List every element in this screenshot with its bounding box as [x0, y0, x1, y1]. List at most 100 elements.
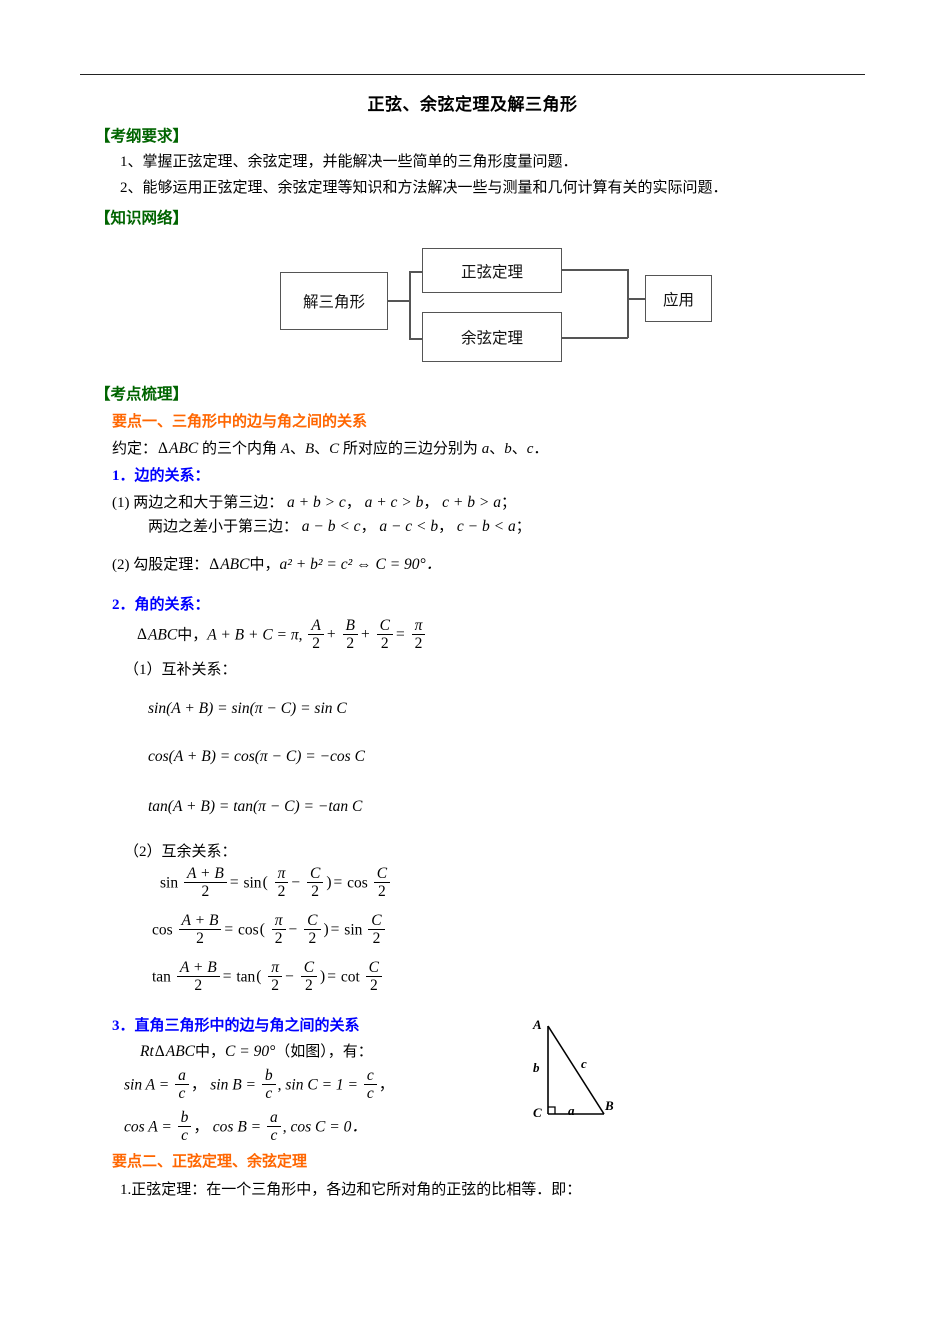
convention-angle-b: B: [304, 441, 315, 457]
header-rule: [80, 74, 865, 75]
section-heading-outline: 【考纲要求】: [95, 128, 189, 145]
rt-sin-b-fn: sin B =: [210, 1076, 257, 1094]
rt-sin-a-frac: a c: [175, 1067, 189, 1103]
right-triangle-lead: RtΔABC中，C = 90°（如图），有：: [140, 1043, 373, 1060]
comp-tan-frac-c2: C 2: [300, 959, 318, 995]
comp-tan-fn: tan: [152, 968, 171, 986]
diagram-node-root: 解三角形: [280, 272, 388, 330]
diagram-node-sine: 正弦定理: [422, 248, 562, 293]
rt-cos-c: cos C = 0．: [290, 1118, 367, 1136]
diagram-connector-to-sine: [409, 271, 423, 273]
right-triangle-sin-row: sin A = a c ， sin B = b c , sin C = 1 = …: [124, 1067, 395, 1103]
comp-sin-frac-pi2: π 2: [274, 865, 289, 901]
angle-sum-triangle: ABC: [147, 626, 178, 644]
triangle-side-b-label: b: [533, 1060, 540, 1075]
sides-rule-1b: 两边之差小于第三边： a − b < c， a − c < b， c − b <…: [148, 518, 531, 535]
rt-note: （如图），有：: [275, 1044, 373, 1060]
rt-cos-a-fn: cos A =: [124, 1118, 172, 1136]
comp-sin-fn3: cos: [347, 874, 368, 892]
comp-tan-frac-pi2: π 2: [268, 959, 283, 995]
sides-rule-2-mid: 中，: [249, 557, 280, 573]
comp-tan-frac-res: C 2: [365, 959, 382, 995]
rt-sin-c-fn: sin C = 1 =: [285, 1076, 358, 1094]
supplementary-formula-tan: tan(A + B) = tan(π − C) = −tan C: [148, 798, 363, 815]
supplementary-label: （1）互补关系：: [124, 662, 237, 678]
frac-c-over-2: C 2: [376, 617, 393, 653]
convention-triangle: ABC: [168, 440, 199, 457]
diagram-connector-cosine-out: [562, 337, 628, 339]
keypoint-1-title: 要点一、三角形中的边与角之间的关系: [112, 414, 368, 430]
frac-b-over-2: B 2: [342, 617, 358, 653]
keypoint-2-title: 要点二、正弦定理、余弦定理: [112, 1154, 308, 1170]
triangle-side-c-label: c: [581, 1056, 587, 1071]
sides-rule-2-label: (2) 勾股定理：: [112, 557, 209, 573]
comp-sin-frac-res: C 2: [373, 865, 391, 901]
diagram-node-cosine-label: 余弦定理: [460, 330, 523, 347]
angle-sum-eq1: A + B + C = π: [207, 626, 299, 644]
rt-sin-a-fn: sin A =: [124, 1076, 170, 1094]
diagram-connector-to-cosine: [409, 338, 423, 340]
comp-cos-fn: cos: [152, 921, 173, 939]
right-triangle-cos-row: cos A = b c ， cos B = a c , cos C = 0．: [124, 1109, 367, 1145]
convention-side-b: b: [504, 441, 512, 457]
sides-rule-1b-formula-1: a − b < c: [301, 518, 361, 535]
right-triangle-figure: A B C a b c: [500, 1010, 680, 1140]
convention-mid: 的三个内角: [198, 441, 281, 457]
rt-triangle: ABC: [165, 1043, 196, 1060]
diagram-connector-application-stem: [627, 298, 646, 300]
rt-cos-b-frac: a c: [267, 1109, 281, 1145]
convention-angle-a: A: [280, 441, 290, 457]
diagram-node-sine-label: 正弦定理: [460, 263, 523, 281]
sides-rule-1b-formula-2: a − c < b: [379, 518, 439, 535]
rt-sin-b-frac: b c: [261, 1067, 276, 1103]
diagram-connector-left-bracket: [409, 271, 411, 340]
section-heading-review: 【考点梳理】: [95, 386, 189, 403]
diagram-node-application-label: 应用: [662, 291, 694, 309]
rt-condition: C = 90°: [225, 1043, 276, 1060]
complementary-label: （2）互余关系：: [124, 844, 237, 860]
frac-a-over-2: A 2: [308, 617, 324, 653]
sides-rule-2-triangle: ABC: [220, 556, 250, 573]
rt-cos-a-frac: b c: [177, 1109, 192, 1145]
sides-rule-1-formula-1: a + b > c: [287, 494, 346, 511]
sides-rule-2: (2) 勾股定理：ΔABC中，a² + b² = c² ⇔ C = 90°．: [112, 556, 442, 573]
section-heading-network: 【知识网络】: [95, 210, 189, 227]
sides-relation-heading: 1．边的关系：: [112, 468, 210, 484]
rt-mid: 中，: [195, 1044, 226, 1060]
diagram-connector-root-stem: [388, 300, 410, 302]
supplementary-formula-sin: sin(A + B) = sin(π − C) = sin C: [148, 700, 347, 717]
sides-rule-2-formula: a² + b² = c² ⇔ C = 90°．: [279, 556, 442, 573]
comp-sin-fn2: sin: [243, 874, 262, 892]
comp-sin-fn: sin: [160, 874, 179, 892]
rt-cos-b-fn: cos B =: [212, 1118, 262, 1136]
page-title: 正弦、余弦定理及解三角形: [367, 95, 578, 114]
convention-lead: 约定：: [112, 441, 158, 457]
diagram-node-cosine: 余弦定理: [422, 312, 562, 362]
comp-cos-frac-ab2: A + B 2: [178, 912, 222, 948]
rt-sin-c-frac: c c: [363, 1067, 377, 1103]
convention-angle-c: C: [329, 441, 340, 457]
comp-tan-fn2: tan: [236, 968, 256, 986]
triangle-vertex-c-label: C: [533, 1105, 542, 1120]
comp-sin-frac-ab2: A + B 2: [183, 865, 227, 901]
angle-sum-mid: 中，: [177, 627, 208, 644]
convention-line: 约定：ΔABC 的三个内角 A、B、C 所对应的三边分别为 a、b、c．: [112, 440, 549, 457]
comp-cos-frac-c2: C 2: [304, 912, 321, 948]
document-page: 正弦、余弦定理及解三角形 【考纲要求】 1、掌握正弦定理、余弦定理，并能解决一些…: [0, 0, 945, 1337]
complementary-row-tan: tan A + B 2 = tan( π 2 − C 2 ) = cot C 2: [152, 959, 384, 996]
angle-sum-line: ΔABC中，A + B + C = π, A 2 + B 2 + C 2 = π…: [136, 617, 427, 654]
complementary-row-sin: sin A + B 2 = sin( π 2 − C 2 ) = cos C 2: [160, 865, 392, 902]
comp-cos-frac-res: C 2: [368, 912, 385, 948]
frac-pi-over-2: π 2: [411, 617, 426, 653]
angles-relation-heading: 2．角的关系：: [112, 597, 210, 613]
right-triangle-heading: 3．直角三角形中的边与角之间的关系: [112, 1018, 360, 1034]
sides-rule-1: (1) 两边之和大于第三边： a + b > c， a + c > b， c +…: [112, 494, 516, 511]
comp-tan-fn3: cot: [340, 968, 360, 986]
comp-cos-frac-pi2: π 2: [271, 912, 286, 948]
sides-rule-1-formula-3: c + b > a: [442, 494, 501, 511]
complementary-row-cos: cos A + B 2 = cos( π 2 − C 2 ) = sin C 2: [152, 912, 387, 949]
comp-cos-fn3: sin: [344, 921, 363, 939]
comp-sin-frac-c2: C 2: [307, 865, 324, 901]
supplementary-formula-cos: cos(A + B) = cos(π − C) = −cos C: [148, 748, 365, 765]
comp-tan-frac-ab2: A + B 2: [176, 959, 220, 995]
